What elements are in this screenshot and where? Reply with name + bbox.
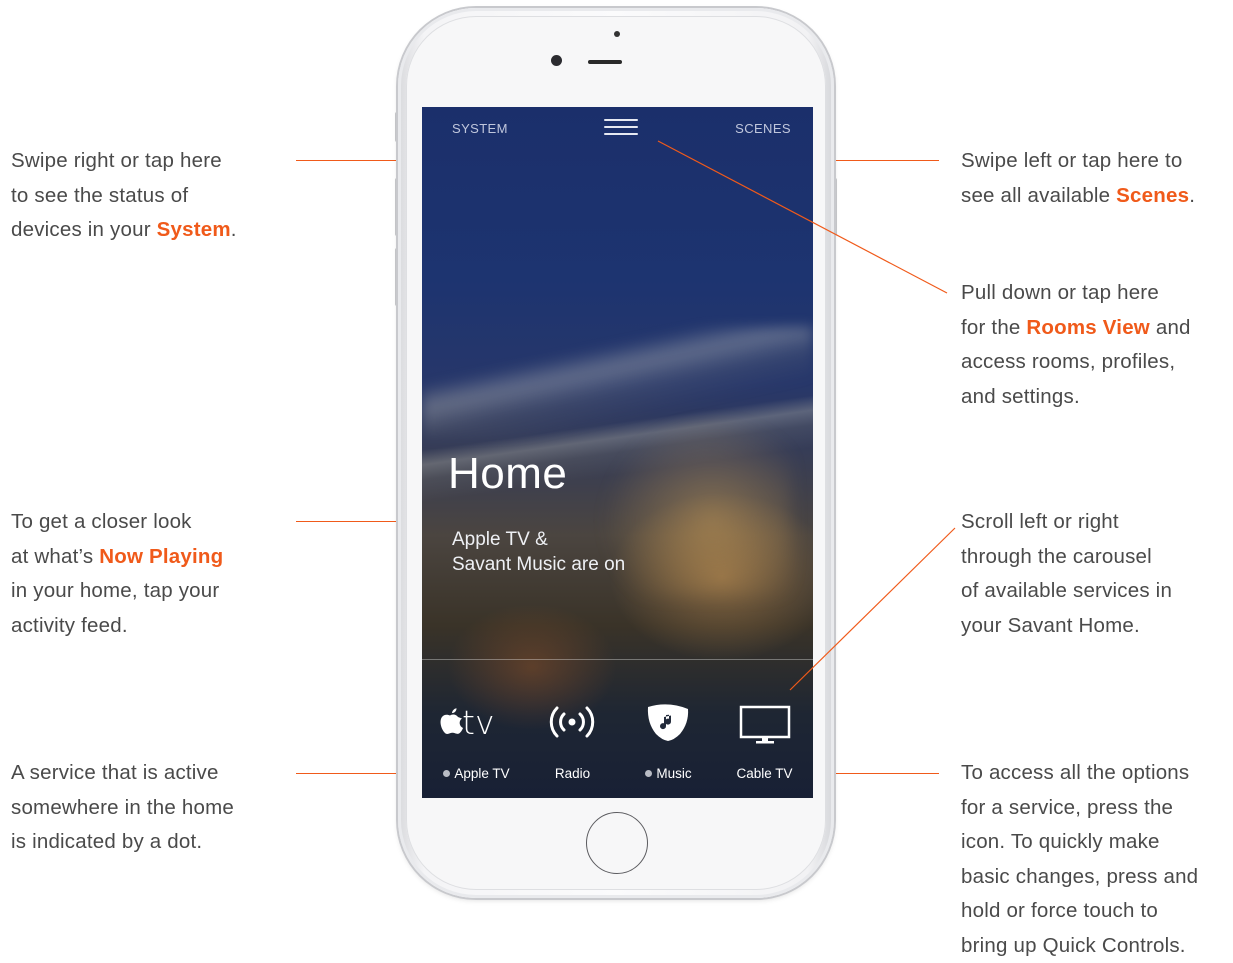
- carousel-divider: [422, 659, 813, 660]
- callout-active-dot-line3: is indicated by a dot.: [11, 825, 234, 860]
- callout-system-line3-post: .: [231, 218, 237, 241]
- service-radio[interactable]: Radio: [524, 697, 621, 787]
- app-screen: SYSTEM SCENES Home Apple TV & Savant Mus…: [422, 107, 813, 798]
- proximity-sensor: [614, 31, 620, 37]
- callout-rooms: Pull down or tap here for the Rooms View…: [961, 276, 1191, 414]
- service-carousel[interactable]: tv Apple TV Radio: [422, 697, 813, 787]
- callout-now-playing: To get a closer look at what’s Now Playi…: [11, 505, 223, 643]
- callout-now-playing-line3: in your home, tap your: [11, 574, 223, 609]
- hamburger-menu-bar-2: [604, 126, 638, 128]
- music-icon: [620, 697, 717, 747]
- service-cable-tv[interactable]: Cable TV: [716, 697, 813, 787]
- callout-now-playing-line2-pre: at what’s: [11, 545, 99, 568]
- service-apple-tv-label: Apple TV: [428, 766, 525, 781]
- tv-icon-graphic: [716, 697, 813, 747]
- callout-carousel-line2: through the carousel: [961, 540, 1172, 575]
- apple-tv-logo-text: tv: [462, 703, 494, 742]
- room-title: Home: [448, 449, 567, 499]
- callout-rooms-line2: for the Rooms View and: [961, 311, 1191, 346]
- callout-scenes-line2-pre: see all available: [961, 184, 1116, 207]
- callout-system: Swipe right or tap here to see the statu…: [11, 144, 237, 248]
- callout-system-line3-pre: devices in your: [11, 218, 157, 241]
- service-radio-label: Radio: [524, 766, 621, 781]
- callout-options-line1: To access all the options: [961, 756, 1198, 791]
- system-tab[interactable]: SYSTEM: [452, 121, 508, 136]
- active-dot: [443, 770, 450, 777]
- callout-options-line4: basic changes, press and: [961, 860, 1198, 895]
- callout-now-playing-line4: activity feed.: [11, 609, 223, 644]
- callout-options-line5: hold or force touch to: [961, 894, 1198, 929]
- callout-scenes-line1: Swipe left or tap here to: [961, 144, 1195, 179]
- callout-scenes-line2-post: .: [1189, 184, 1195, 207]
- callout-scenes: Swipe left or tap here to see all availa…: [961, 144, 1195, 213]
- scenes-tab[interactable]: SCENES: [735, 121, 791, 136]
- callout-system-line3: devices in your System.: [11, 213, 237, 248]
- service-music-label-text: Music: [656, 766, 691, 781]
- callout-system-highlight: System: [157, 218, 231, 241]
- callout-options-line2: for a service, press the: [961, 791, 1198, 826]
- activity-feed-line2: Savant Music are on: [452, 552, 752, 577]
- callout-carousel-line1: Scroll left or right: [961, 505, 1172, 540]
- callout-rooms-line3: access rooms, profiles,: [961, 345, 1191, 380]
- callout-now-playing-highlight: Now Playing: [99, 545, 223, 568]
- service-music[interactable]: Music: [620, 697, 717, 787]
- callout-system-line2: to see the status of: [11, 179, 237, 214]
- activity-feed-line1: Apple TV &: [452, 527, 752, 552]
- callout-active-dot-line1: A service that is active: [11, 756, 234, 791]
- radio-icon-graphic: [524, 697, 621, 747]
- hamburger-menu-bar-3: [604, 133, 638, 135]
- home-button[interactable]: [586, 812, 648, 874]
- callout-carousel: Scroll left or right through the carouse…: [961, 505, 1172, 643]
- callout-carousel-line3: of available services in: [961, 574, 1172, 609]
- callout-now-playing-line2: at what’s Now Playing: [11, 540, 223, 575]
- callout-rooms-line1: Pull down or tap here: [961, 276, 1191, 311]
- callout-scenes-highlight: Scenes: [1116, 184, 1189, 207]
- front-camera-icon: [551, 55, 562, 66]
- service-cable-tv-label: Cable TV: [716, 766, 813, 781]
- callout-rooms-line4: and settings.: [961, 380, 1191, 415]
- callout-carousel-line4: your Savant Home.: [961, 609, 1172, 644]
- callout-options: To access all the options for a service,…: [961, 756, 1198, 963]
- callout-rooms-line2-pre: for the: [961, 316, 1026, 339]
- hamburger-menu-icon[interactable]: [604, 119, 638, 137]
- radio-icon: [524, 697, 621, 747]
- callout-now-playing-line1: To get a closer look: [11, 505, 223, 540]
- callout-options-leader-line: [821, 773, 939, 774]
- callout-rooms-line2-post: and: [1150, 316, 1191, 339]
- service-music-label: Music: [620, 766, 717, 781]
- music-icon-graphic: [620, 697, 717, 747]
- active-dot: [645, 770, 652, 777]
- service-apple-tv-label-text: Apple TV: [454, 766, 509, 781]
- callout-system-line1: Swipe right or tap here: [11, 144, 237, 179]
- callout-options-line6: bring up Quick Controls.: [961, 929, 1198, 963]
- callout-options-line3: icon. To quickly make: [961, 825, 1198, 860]
- hamburger-menu-bar-1: [604, 119, 638, 121]
- apple-tv-logo: tv: [428, 697, 525, 747]
- activity-feed[interactable]: Apple TV & Savant Music are on: [452, 527, 752, 577]
- callout-active-dot: A service that is active somewhere in th…: [11, 756, 234, 860]
- callout-active-dot-line2: somewhere in the home: [11, 791, 234, 826]
- service-apple-tv[interactable]: tv Apple TV: [428, 697, 525, 787]
- apple-tv-icon: tv: [428, 697, 525, 747]
- tv-icon: [716, 697, 813, 747]
- callout-rooms-highlight: Rooms View: [1026, 316, 1150, 339]
- earpiece-speaker: [588, 60, 622, 64]
- callout-scenes-line2: see all available Scenes.: [961, 179, 1195, 214]
